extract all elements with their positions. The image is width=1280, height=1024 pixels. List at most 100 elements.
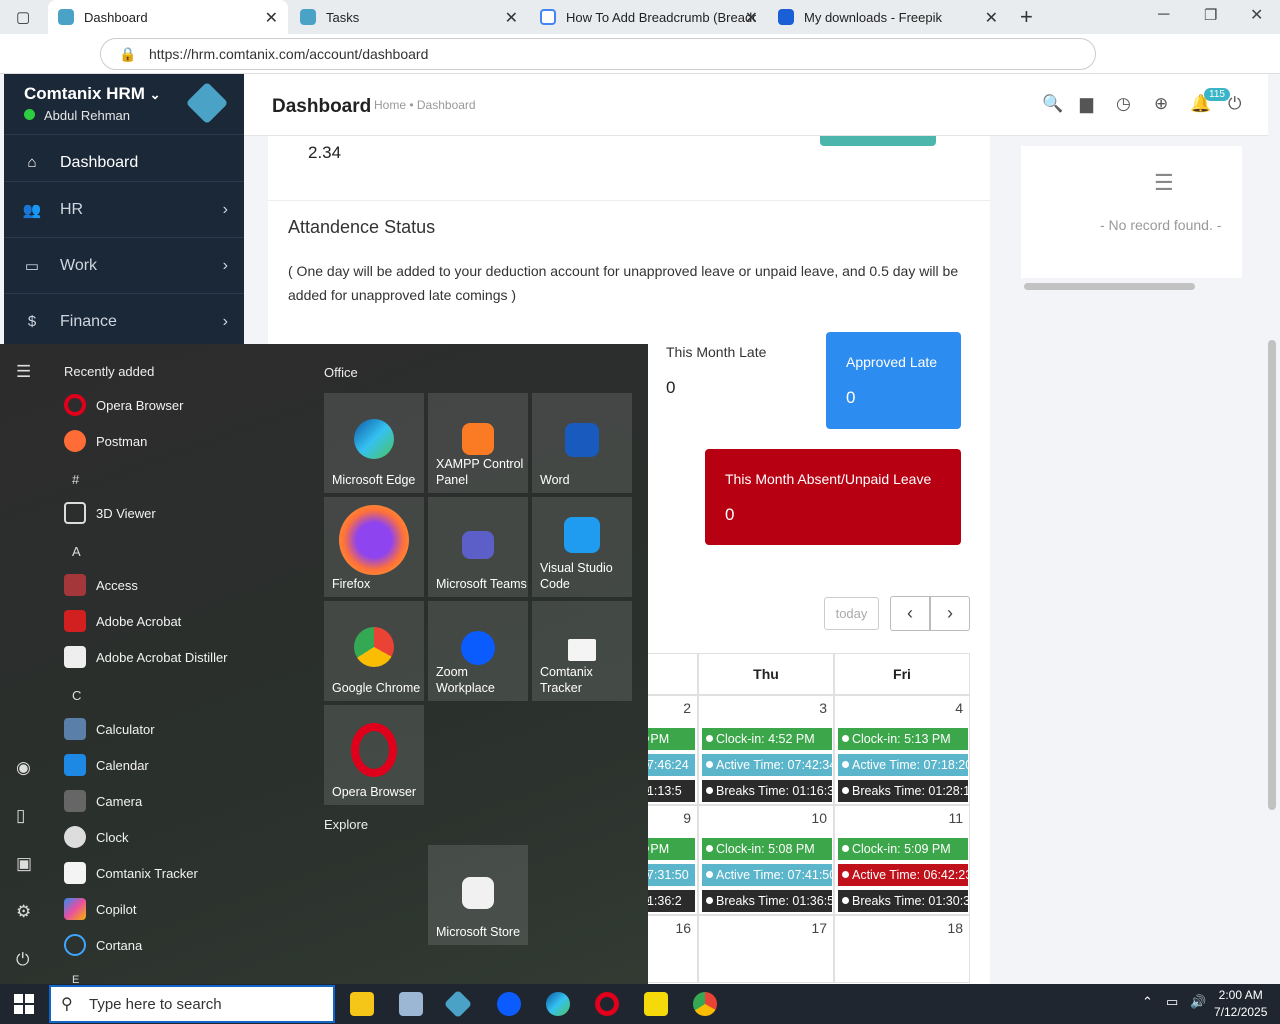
tile-comtanix-tracker[interactable]: Comtanix Tracker — [532, 601, 632, 701]
clock-in-event[interactable]: Clock-in: 5:13 PM — [838, 728, 968, 750]
clock-in-event[interactable]: Clock-in: 5:09 PM — [838, 838, 968, 860]
app-comtanix-tracker[interactable]: Comtanix Tracker — [64, 858, 198, 888]
clock-in-event[interactable]: Clock-in: 5:08 PM — [702, 838, 832, 860]
app-cortana[interactable]: Cortana — [64, 930, 142, 960]
tile-microsoft-teams[interactable]: Microsoft Teams — [428, 497, 528, 597]
sidebar-item-finance[interactable]: $ Finance › — [4, 293, 244, 349]
tile-opera-browser[interactable]: Opera Browser — [324, 705, 424, 805]
tile-microsoft-edge[interactable]: Microsoft Edge — [324, 393, 424, 493]
tile-label: Visual Studio Code — [540, 561, 613, 591]
horizontal-scrollbar[interactable] — [1024, 283, 1195, 290]
sticky-notes-icon[interactable] — [644, 992, 668, 1016]
taskbar-search-input[interactable]: ⚲ Type here to search — [49, 985, 335, 1023]
clock-icon[interactable]: ◷ — [1116, 94, 1131, 114]
opera-icon[interactable] — [595, 992, 619, 1016]
calendar-day-cell[interactable]: 4 Clock-in: 5:13 PM Active Time: 07:18:2… — [834, 695, 970, 805]
tile-firefox[interactable]: Firefox — [324, 497, 424, 597]
tab-freepik[interactable]: My downloads - Freepik ✕ — [768, 0, 1008, 34]
comtanix-app-icon[interactable] — [443, 989, 473, 1019]
taskbar-clock[interactable]: 2:00 AM 7/12/2025 — [1214, 987, 1267, 1021]
calendar-day-cell[interactable]: 3 Clock-in: 4:52 PM Active Time: 07:42:3… — [698, 695, 834, 805]
breaks-time-event[interactable]: Breaks Time: 01:16:3 — [702, 780, 832, 802]
section-letter[interactable]: C — [72, 688, 81, 703]
app-3d-viewer[interactable]: 3D Viewer — [64, 498, 156, 528]
app-calendar[interactable]: Calendar — [64, 750, 149, 780]
calendar-day-cell[interactable]: 11 Clock-in: 5:09 PM Active Time: 06:42:… — [834, 805, 970, 915]
app-opera-browser[interactable]: Opera Browser — [64, 390, 183, 420]
breaks-time-event[interactable]: Breaks Time: 01:28:1 — [838, 780, 968, 802]
tab-dashboard[interactable]: Dashboard ✕ — [48, 0, 288, 34]
sidebar-item-hr[interactable]: 👥 HR › — [4, 181, 244, 237]
active-time-event[interactable]: Active Time: 06:42:23 — [838, 864, 968, 886]
vertical-scrollbar[interactable] — [1268, 340, 1276, 810]
prev-month-button[interactable]: ‹ — [890, 596, 930, 631]
app-access[interactable]: Access — [64, 570, 138, 600]
lock-icon[interactable]: 🔒 — [119, 39, 136, 69]
breadcrumb[interactable]: Home • Dashboard — [374, 98, 476, 112]
chevron-up-icon[interactable]: ⌃ — [1142, 994, 1153, 1010]
breaks-time-event[interactable]: Breaks Time: 01:36:5 — [702, 890, 832, 912]
app-switcher[interactable]: Comtanix HRM ⌄ — [24, 84, 161, 104]
sticky-note-icon[interactable]: ▆ — [1080, 94, 1093, 114]
close-tab-icon[interactable]: ✕ — [265, 8, 278, 28]
breaks-time-event[interactable]: Breaks Time: 01:30:3 — [838, 890, 968, 912]
new-tab-icon[interactable]: + — [1020, 4, 1033, 30]
tile-zoom[interactable]: Zoom Workplace — [428, 601, 528, 701]
app-label: Clock — [96, 829, 129, 845]
section-letter[interactable]: # — [72, 472, 79, 487]
calendar-day-cell[interactable]: 18 — [834, 915, 970, 983]
documents-icon[interactable]: ▯ — [16, 806, 25, 826]
tile-xampp[interactable]: XAMPP Control Panel — [428, 393, 528, 493]
volume-icon[interactable]: 🔊 — [1190, 994, 1206, 1010]
url-field[interactable]: 🔒 https://hrm.comtanix.com/account/dashb… — [100, 38, 1096, 70]
close-tab-icon[interactable]: ✕ — [505, 8, 518, 28]
power-icon[interactable]: ⏻ — [1228, 94, 1241, 114]
active-time-event[interactable]: Active Time: 07:18:20 — [838, 754, 968, 776]
power-icon[interactable]: ⏻ — [16, 950, 29, 970]
tracker-icon — [64, 862, 86, 884]
today-button[interactable]: today — [824, 597, 879, 630]
minimize-icon[interactable]: ─ — [1158, 6, 1169, 24]
edge-icon[interactable] — [546, 992, 570, 1016]
app-calculator[interactable]: Calculator — [64, 714, 155, 744]
app-adobe-acrobat[interactable]: Adobe Acrobat — [64, 606, 181, 636]
partial-button[interactable] — [820, 136, 936, 146]
tab-breadcrumb[interactable]: How To Add Breadcrumb (Breadc ✕ — [530, 0, 768, 34]
section-letter[interactable]: A — [72, 544, 81, 559]
settings-gear-icon[interactable]: ⚙ — [16, 902, 31, 922]
app-copilot[interactable]: Copilot — [64, 894, 136, 924]
tab-actions-icon[interactable]: ▢ — [16, 8, 30, 26]
windows-start-icon[interactable] — [14, 994, 34, 1014]
pictures-icon[interactable]: ▣ — [16, 854, 32, 874]
calendar-day-cell[interactable]: 10 Clock-in: 5:08 PM Active Time: 07:41:… — [698, 805, 834, 915]
tile-word[interactable]: Word — [532, 393, 632, 493]
clock-in-event[interactable]: Clock-in: 4:52 PM — [702, 728, 832, 750]
file-explorer-icon[interactable] — [350, 992, 374, 1016]
add-icon[interactable]: ⊕ — [1154, 94, 1168, 114]
app-clock[interactable]: Clock — [64, 822, 129, 852]
chrome-icon[interactable] — [693, 992, 717, 1016]
sidebar-item-work[interactable]: ▭ Work › — [4, 237, 244, 293]
zoom-icon[interactable] — [497, 992, 521, 1016]
app-postman[interactable]: Postman — [64, 426, 147, 456]
app-camera[interactable]: Camera — [64, 786, 142, 816]
next-month-button[interactable]: › — [930, 596, 970, 631]
app-acrobat-distiller[interactable]: Adobe Acrobat Distiller — [64, 642, 228, 672]
search-icon[interactable]: 🔍 — [1042, 94, 1063, 114]
hamburger-menu-icon[interactable]: ☰ — [16, 362, 31, 382]
app-header: Dashboard Home • Dashboard 🔍 ▆ ◷ ⊕ 🔔 115… — [244, 74, 1268, 136]
close-tab-icon[interactable]: ✕ — [985, 8, 998, 28]
tab-tasks[interactable]: Tasks ✕ — [290, 0, 528, 34]
active-time-event[interactable]: Active Time: 07:41:50 — [702, 864, 832, 886]
calendar-day-cell[interactable]: 17 — [698, 915, 834, 983]
tile-vscode[interactable]: Visual Studio Code — [532, 497, 632, 597]
close-window-icon[interactable]: ✕ — [1250, 5, 1263, 25]
network-icon[interactable]: ▭ — [1166, 994, 1178, 1010]
active-time-event[interactable]: Active Time: 07:42:34 — [702, 754, 832, 776]
tile-google-chrome[interactable]: Google Chrome — [324, 601, 424, 701]
restore-icon[interactable]: ❐ — [1204, 6, 1217, 24]
user-account-icon[interactable]: ◉ — [16, 758, 31, 778]
tile-microsoft-store[interactable]: Microsoft Store — [428, 845, 528, 945]
snipping-tool-icon[interactable] — [399, 992, 423, 1016]
close-tab-icon[interactable]: ✕ — [745, 8, 758, 28]
